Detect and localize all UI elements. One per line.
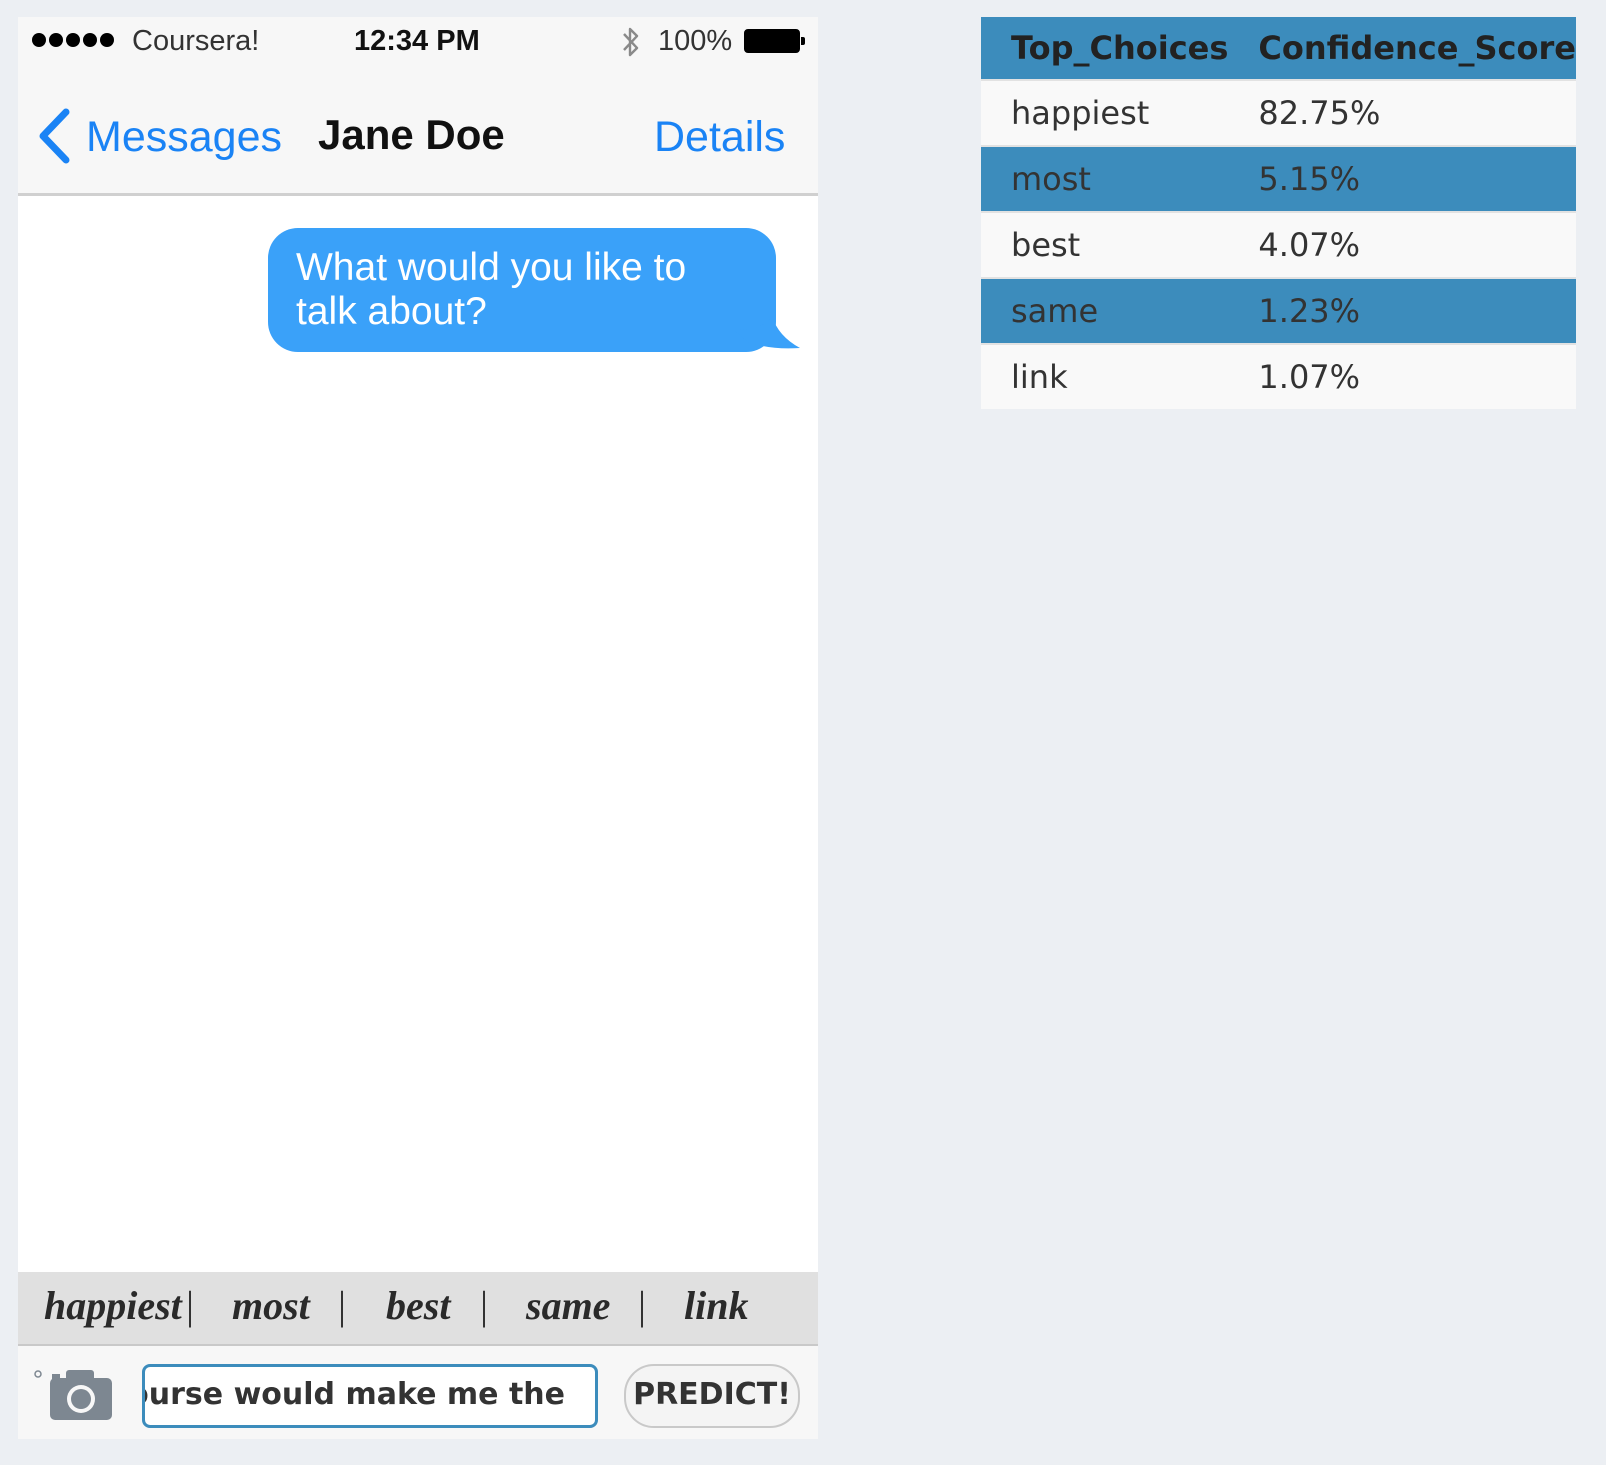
header-top-choices: Top_Choices xyxy=(981,17,1229,80)
message-thread[interactable]: What would you like to talk about? xyxy=(18,196,818,1272)
suggestion-separator: | xyxy=(338,1283,347,1328)
suggestion-separator: | xyxy=(186,1283,195,1328)
message-line-1: What would you like to xyxy=(296,246,687,289)
suggestion-bar: happiest | most | best | same | link xyxy=(18,1272,818,1346)
navigation-bar: Messages Jane Doe Details xyxy=(18,69,818,196)
score-cell: 1.23% xyxy=(1228,277,1576,344)
bluetooth-icon xyxy=(623,27,639,57)
suggestion-same[interactable]: same xyxy=(526,1282,610,1329)
choice-cell: most xyxy=(981,145,1229,212)
camera-icon[interactable] xyxy=(34,1366,114,1422)
table-row: link 1.07% xyxy=(981,343,1576,409)
score-cell: 1.07% xyxy=(1228,343,1576,409)
message-input-value: course would make me the xyxy=(142,1377,565,1412)
battery-percentage: 100% xyxy=(658,25,733,57)
signal-strength-icon xyxy=(32,33,114,47)
choice-cell: best xyxy=(981,211,1229,278)
table-row: happiest 82.75% xyxy=(981,79,1576,146)
status-bar: Coursera! 12:34 PM 100% xyxy=(18,17,818,69)
table-row: same 1.23% xyxy=(981,277,1576,344)
message-bubble: What would you like to talk about? xyxy=(268,228,776,352)
choice-cell: link xyxy=(981,343,1229,409)
suggestion-separator: | xyxy=(480,1283,489,1328)
predictions-table: Top_Choices Confidence_Score happiest 82… xyxy=(981,17,1576,409)
score-cell: 5.15% xyxy=(1228,145,1576,212)
chevron-left-icon[interactable] xyxy=(36,107,72,165)
header-confidence-score: Confidence_Score xyxy=(1228,17,1576,80)
carrier-name: Coursera! xyxy=(132,25,260,57)
suggestion-best[interactable]: best xyxy=(386,1282,450,1329)
phone-frame: Coursera! 12:34 PM 100% Messages Jane Do… xyxy=(18,17,818,1439)
table-row: best 4.07% xyxy=(981,211,1576,278)
table-row: most 5.15% xyxy=(981,145,1576,212)
message-input[interactable]: course would make me the xyxy=(142,1364,598,1428)
suggestion-link[interactable]: link xyxy=(684,1282,748,1329)
suggestion-happiest[interactable]: happiest xyxy=(44,1282,182,1329)
status-time: 12:34 PM xyxy=(354,25,480,57)
battery-icon xyxy=(744,29,805,53)
conversation-title: Jane Doe xyxy=(318,111,505,158)
score-cell: 4.07% xyxy=(1228,211,1576,278)
suggestion-separator: | xyxy=(638,1283,647,1328)
predict-button[interactable]: PREDICT! xyxy=(624,1364,800,1428)
input-bar: course would make me the PREDICT! xyxy=(18,1346,818,1439)
details-button[interactable]: Details xyxy=(654,113,785,162)
bubble-tail xyxy=(734,316,800,349)
back-messages-button[interactable]: Messages xyxy=(86,113,282,162)
score-cell: 82.75% xyxy=(1228,79,1576,146)
choice-cell: same xyxy=(981,277,1229,344)
table-header-row: Top_Choices Confidence_Score xyxy=(981,17,1576,80)
message-line-2: talk about? xyxy=(296,290,487,333)
suggestion-most[interactable]: most xyxy=(232,1282,310,1329)
choice-cell: happiest xyxy=(981,79,1229,146)
